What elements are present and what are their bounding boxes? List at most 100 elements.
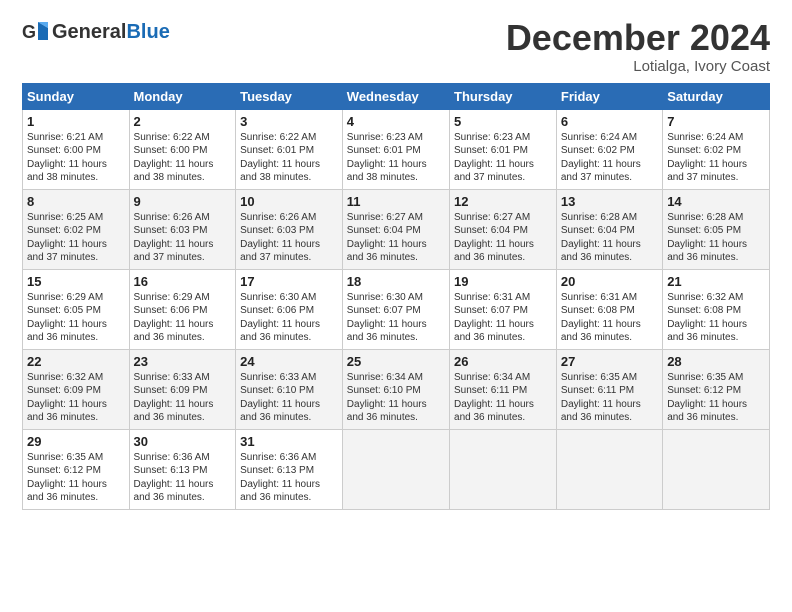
calendar-header-sunday: Sunday: [23, 83, 130, 109]
day-number: 13: [561, 194, 658, 209]
page: G GeneralBlue December 2024 Lotialga, Iv…: [0, 0, 792, 612]
calendar-cell: [556, 429, 662, 509]
calendar-cell: 17 Sunrise: 6:30 AM Sunset: 6:06 PM Dayli…: [236, 269, 343, 349]
calendar-cell: 1 Sunrise: 6:21 AM Sunset: 6:00 PM Daylig…: [23, 109, 130, 189]
day-info: Sunrise: 6:26 AM Sunset: 6:03 PM Dayligh…: [240, 211, 338, 265]
day-number: 7: [667, 114, 765, 129]
day-info: Sunrise: 6:36 AM Sunset: 6:13 PM Dayligh…: [134, 451, 232, 505]
calendar-header-thursday: Thursday: [450, 83, 557, 109]
calendar-cell: 29 Sunrise: 6:35 AM Sunset: 6:12 PM Dayli…: [23, 429, 130, 509]
day-info: Sunrise: 6:22 AM Sunset: 6:00 PM Dayligh…: [134, 131, 232, 185]
calendar-cell: 16Sunrise: 6:29 AM Sunset: 6:06 PM Dayli…: [129, 269, 236, 349]
day-info: Sunrise: 6:31 AM Sunset: 6:08 PM Dayligh…: [561, 291, 658, 345]
calendar-cell: 14Sunrise: 6:28 AM Sunset: 6:05 PM Dayli…: [663, 189, 770, 269]
calendar-week-4: 22 Sunrise: 6:32 AM Sunset: 6:09 PM Dayli…: [23, 349, 770, 429]
calendar-cell: 18Sunrise: 6:30 AM Sunset: 6:07 PM Dayli…: [342, 269, 449, 349]
day-number: 11: [347, 194, 445, 209]
day-info: Sunrise: 6:27 AM Sunset: 6:04 PM Dayligh…: [347, 211, 445, 265]
day-number: 21: [667, 274, 765, 289]
logo-blue: Blue: [126, 21, 169, 44]
calendar-cell: 31 Sunrise: 6:36 AM Sunset: 6:13 PM Dayli…: [236, 429, 343, 509]
day-info: Sunrise: 6:21 AM Sunset: 6:00 PM Dayligh…: [27, 131, 125, 185]
day-number: 17: [240, 274, 338, 289]
day-info: Sunrise: 6:35 AM Sunset: 6:12 PM Dayligh…: [667, 371, 765, 425]
logo-icon: G: [22, 18, 50, 46]
calendar-header-wednesday: Wednesday: [342, 83, 449, 109]
calendar-cell: 25 Sunrise: 6:34 AM Sunset: 6:10 PM Dayli…: [342, 349, 449, 429]
day-number: 31: [240, 434, 338, 449]
calendar-cell: 4 Sunrise: 6:23 AM Sunset: 6:01 PM Daylig…: [342, 109, 449, 189]
calendar-week-3: 15 Sunrise: 6:29 AM Sunset: 6:05 PM Dayli…: [23, 269, 770, 349]
calendar-cell: 10 Sunrise: 6:26 AM Sunset: 6:03 PM Dayli…: [236, 189, 343, 269]
day-number: 8: [27, 194, 125, 209]
day-info: Sunrise: 6:32 AM Sunset: 6:09 PM Dayligh…: [27, 371, 125, 425]
day-info: Sunrise: 6:34 AM Sunset: 6:10 PM Dayligh…: [347, 371, 445, 425]
calendar-week-1: 1 Sunrise: 6:21 AM Sunset: 6:00 PM Daylig…: [23, 109, 770, 189]
day-number: 4: [347, 114, 445, 129]
day-number: 22: [27, 354, 125, 369]
day-number: 30: [134, 434, 232, 449]
calendar-cell: [450, 429, 557, 509]
calendar-cell: [663, 429, 770, 509]
day-number: 24: [240, 354, 338, 369]
day-info: Sunrise: 6:26 AM Sunset: 6:03 PM Dayligh…: [134, 211, 232, 265]
day-number: 15: [27, 274, 125, 289]
day-info: Sunrise: 6:31 AM Sunset: 6:07 PM Dayligh…: [454, 291, 552, 345]
day-number: 28: [667, 354, 765, 369]
calendar-cell: 13Sunrise: 6:28 AM Sunset: 6:04 PM Dayli…: [556, 189, 662, 269]
calendar-cell: 2 Sunrise: 6:22 AM Sunset: 6:00 PM Daylig…: [129, 109, 236, 189]
calendar-cell: 3 Sunrise: 6:22 AM Sunset: 6:01 PM Daylig…: [236, 109, 343, 189]
day-info: Sunrise: 6:22 AM Sunset: 6:01 PM Dayligh…: [240, 131, 338, 185]
day-info: Sunrise: 6:29 AM Sunset: 6:06 PM Dayligh…: [134, 291, 232, 345]
day-info: Sunrise: 6:36 AM Sunset: 6:13 PM Dayligh…: [240, 451, 338, 505]
calendar-table: SundayMondayTuesdayWednesdayThursdayFrid…: [22, 83, 770, 510]
calendar-cell: 15 Sunrise: 6:29 AM Sunset: 6:05 PM Dayli…: [23, 269, 130, 349]
day-info: Sunrise: 6:32 AM Sunset: 6:08 PM Dayligh…: [667, 291, 765, 345]
calendar-header-row: SundayMondayTuesdayWednesdayThursdayFrid…: [23, 83, 770, 109]
calendar-cell: 26Sunrise: 6:34 AM Sunset: 6:11 PM Dayli…: [450, 349, 557, 429]
day-info: Sunrise: 6:35 AM Sunset: 6:12 PM Dayligh…: [27, 451, 125, 505]
day-info: Sunrise: 6:24 AM Sunset: 6:02 PM Dayligh…: [667, 131, 765, 185]
header: G GeneralBlue December 2024 Lotialga, Iv…: [22, 18, 770, 75]
day-info: Sunrise: 6:33 AM Sunset: 6:09 PM Dayligh…: [134, 371, 232, 425]
calendar-cell: 28 Sunrise: 6:35 AM Sunset: 6:12 PM Dayli…: [663, 349, 770, 429]
calendar-week-5: 29 Sunrise: 6:35 AM Sunset: 6:12 PM Dayli…: [23, 429, 770, 509]
day-number: 26: [454, 354, 552, 369]
day-number: 10: [240, 194, 338, 209]
calendar-cell: 8 Sunrise: 6:25 AM Sunset: 6:02 PM Daylig…: [23, 189, 130, 269]
day-number: 25: [347, 354, 445, 369]
calendar-header-tuesday: Tuesday: [236, 83, 343, 109]
day-info: Sunrise: 6:27 AM Sunset: 6:04 PM Dayligh…: [454, 211, 552, 265]
day-number: 9: [134, 194, 232, 209]
day-number: 20: [561, 274, 658, 289]
day-number: 2: [134, 114, 232, 129]
calendar-cell: 30 Sunrise: 6:36 AM Sunset: 6:13 PM Dayli…: [129, 429, 236, 509]
calendar-cell: 22 Sunrise: 6:32 AM Sunset: 6:09 PM Dayli…: [23, 349, 130, 429]
calendar-cell: 11 Sunrise: 6:27 AM Sunset: 6:04 PM Dayli…: [342, 189, 449, 269]
calendar-cell: 5Sunrise: 6:23 AM Sunset: 6:01 PM Daylig…: [450, 109, 557, 189]
day-info: Sunrise: 6:33 AM Sunset: 6:10 PM Dayligh…: [240, 371, 338, 425]
location: Lotialga, Ivory Coast: [506, 58, 770, 75]
day-number: 6: [561, 114, 658, 129]
day-number: 1: [27, 114, 125, 129]
logo: G GeneralBlue: [22, 18, 170, 46]
calendar-cell: 21 Sunrise: 6:32 AM Sunset: 6:08 PM Dayli…: [663, 269, 770, 349]
day-number: 3: [240, 114, 338, 129]
calendar-cell: 7 Sunrise: 6:24 AM Sunset: 6:02 PM Daylig…: [663, 109, 770, 189]
calendar-cell: 19Sunrise: 6:31 AM Sunset: 6:07 PM Dayli…: [450, 269, 557, 349]
day-info: Sunrise: 6:29 AM Sunset: 6:05 PM Dayligh…: [27, 291, 125, 345]
day-info: Sunrise: 6:35 AM Sunset: 6:11 PM Dayligh…: [561, 371, 658, 425]
calendar-cell: 6Sunrise: 6:24 AM Sunset: 6:02 PM Daylig…: [556, 109, 662, 189]
day-info: Sunrise: 6:30 AM Sunset: 6:06 PM Dayligh…: [240, 291, 338, 345]
day-info: Sunrise: 6:25 AM Sunset: 6:02 PM Dayligh…: [27, 211, 125, 265]
day-number: 29: [27, 434, 125, 449]
day-number: 27: [561, 354, 658, 369]
calendar-cell: 27 Sunrise: 6:35 AM Sunset: 6:11 PM Dayli…: [556, 349, 662, 429]
day-number: 18: [347, 274, 445, 289]
svg-text:G: G: [22, 22, 36, 42]
day-number: 12: [454, 194, 552, 209]
day-info: Sunrise: 6:23 AM Sunset: 6:01 PM Dayligh…: [454, 131, 552, 185]
calendar-cell: [342, 429, 449, 509]
day-info: Sunrise: 6:23 AM Sunset: 6:01 PM Dayligh…: [347, 131, 445, 185]
calendar-cell: 12 Sunrise: 6:27 AM Sunset: 6:04 PM Dayli…: [450, 189, 557, 269]
